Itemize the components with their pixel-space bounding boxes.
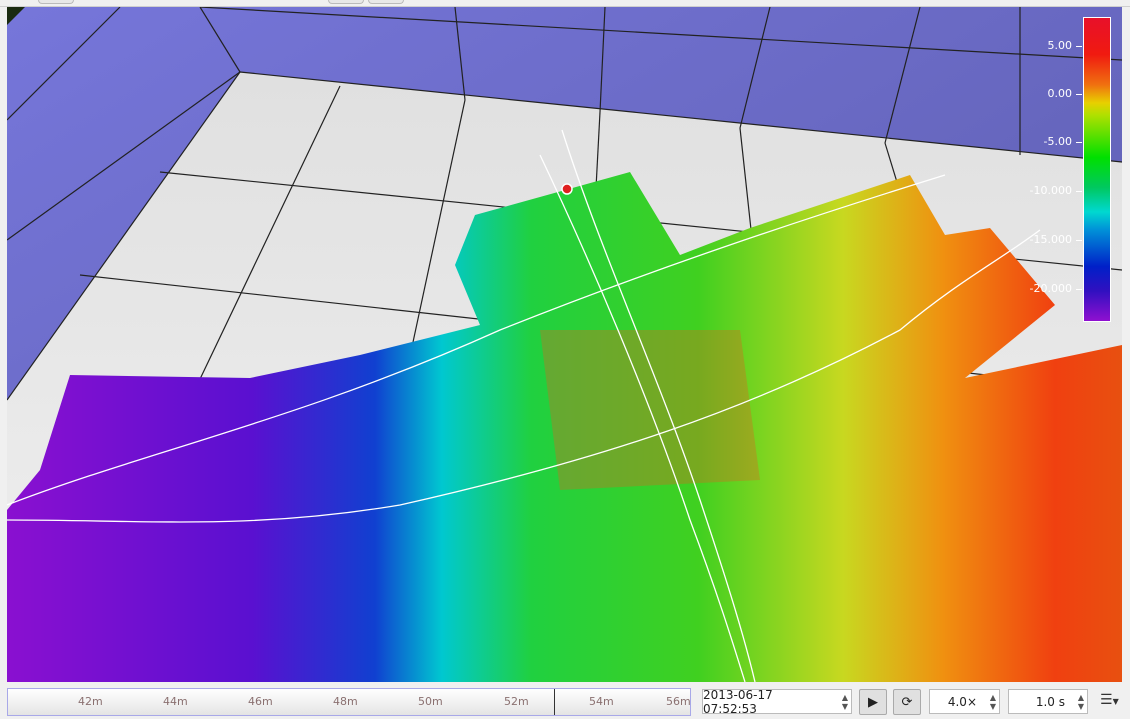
datetime-spinner[interactable]: ▲ ▼: [842, 693, 848, 711]
timeline-tick-label: 48m: [333, 695, 358, 708]
speed-field[interactable]: 4.0× ▲ ▼: [929, 689, 1000, 714]
interval-field[interactable]: 1.0 s ▲ ▼: [1008, 689, 1088, 714]
loop-button[interactable]: ⟳: [893, 689, 921, 715]
timeline-tick-label: 46m: [248, 695, 273, 708]
depth-color-scale: [1083, 17, 1111, 322]
timeline-tick-label: 54m: [589, 695, 614, 708]
datetime-field[interactable]: 2013-06-17 07:52:53 ▲ ▼: [702, 687, 852, 716]
speed-value: 4.0×: [947, 694, 977, 709]
legend-label: -5.00: [1043, 135, 1072, 148]
timeline-tick-label: 56m: [666, 695, 691, 708]
play-icon: ▶: [868, 694, 878, 710]
point-cloud-scene: [7, 7, 1122, 682]
loop-icon: ⟳: [901, 694, 913, 710]
toolbar-tab[interactable]: [38, 0, 74, 4]
toolbar-tab[interactable]: [368, 0, 404, 4]
speed-spinner[interactable]: ▲ ▼: [990, 693, 996, 711]
legend-label: -10.000: [1029, 184, 1072, 197]
timeline-tick-label: 44m: [163, 695, 188, 708]
menu-icon[interactable]: ☰▼: [1100, 692, 1119, 708]
legend-label: 5.00: [1047, 39, 1073, 52]
interval-value: 1.0 s: [1035, 694, 1065, 709]
timeline-tick-label: 50m: [418, 695, 443, 708]
play-button[interactable]: ▶: [859, 689, 887, 715]
legend-label: -15.000: [1029, 233, 1072, 246]
vessel-marker[interactable]: [561, 183, 573, 195]
top-strip: [0, 0, 1130, 7]
timeline-tick-label: 52m: [504, 695, 529, 708]
legend-label: -20.000: [1029, 282, 1072, 295]
legend-label: 0.00: [1047, 87, 1073, 100]
timeline-slider[interactable]: 42m 44m 46m 48m 50m 52m 54m 56m: [7, 688, 691, 716]
3d-viewport[interactable]: [7, 7, 1122, 682]
timeline-cursor[interactable]: [553, 689, 555, 715]
timeline-tick-label: 42m: [78, 695, 103, 708]
datetime-value: 2013-06-17 07:52:53: [703, 687, 773, 716]
toolbar-tab[interactable]: [328, 0, 364, 4]
interval-spinner[interactable]: ▲ ▼: [1078, 693, 1084, 711]
